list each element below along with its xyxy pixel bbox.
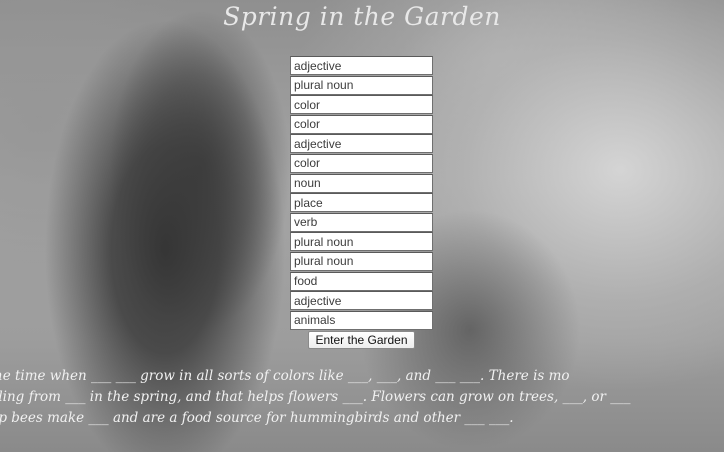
story-line: he time when ___ ___ grow in all sorts o… [0,368,570,384]
madlib-form [290,56,434,330]
verb-field[interactable] [290,212,433,232]
adjective-field-1[interactable] [290,56,433,75]
story-text: he time when ___ ___ grow in all sorts o… [0,366,724,429]
plural-noun-field-1[interactable] [290,75,433,95]
story-line: lling from ___ in the spring, and that h… [0,389,631,405]
animals-field[interactable] [290,310,433,330]
adjective-field-2[interactable] [290,134,433,154]
food-field[interactable] [290,271,433,291]
page-title: Spring in the Garden [223,2,501,31]
noun-field[interactable] [290,173,433,193]
story-line: lp bees make ___ and are a food source f… [0,410,514,426]
place-field[interactable] [290,193,433,213]
color-field-3[interactable] [290,153,433,173]
plural-noun-field-3[interactable] [290,251,433,271]
enter-garden-button[interactable]: Enter the Garden [308,331,415,349]
plural-noun-field-2[interactable] [290,232,433,252]
color-field-1[interactable] [290,95,433,115]
color-field-2[interactable] [290,114,433,134]
adjective-field-3[interactable] [290,291,433,311]
